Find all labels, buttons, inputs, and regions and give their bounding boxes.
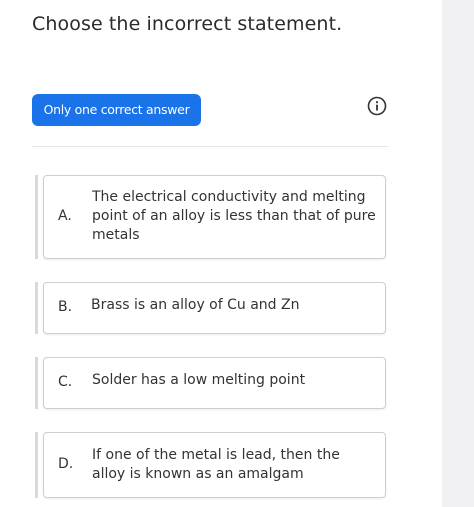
option-b-text: Brass is an alloy of Cu and Zn bbox=[91, 297, 300, 313]
option-c-indicator bbox=[35, 357, 38, 409]
option-d-text: If one of the metal is lead, then the al… bbox=[92, 447, 340, 482]
option-d-letter: D. bbox=[58, 456, 74, 472]
option-d-indicator bbox=[35, 432, 38, 498]
answer-type-badge: Only one correct answer bbox=[32, 94, 201, 126]
option-a[interactable]: A. The electrical conductivity and melti… bbox=[43, 175, 386, 259]
option-c-letter: C. bbox=[58, 374, 73, 390]
option-a-text: The electrical conductivity and melting … bbox=[92, 189, 376, 243]
divider bbox=[32, 146, 388, 147]
option-a-indicator bbox=[35, 175, 38, 259]
option-b[interactable]: B. Brass is an alloy of Cu and Zn bbox=[43, 282, 386, 334]
option-a-letter: A. bbox=[58, 208, 72, 224]
option-c[interactable]: C. Solder has a low melting point bbox=[43, 357, 386, 409]
question-title: Choose the incorrect statement. bbox=[32, 13, 343, 35]
right-side-panel bbox=[442, 0, 474, 507]
option-d[interactable]: D. If one of the metal is lead, then the… bbox=[43, 432, 386, 498]
option-b-indicator bbox=[35, 282, 38, 334]
option-b-letter: B. bbox=[58, 299, 73, 315]
info-circle-icon[interactable] bbox=[367, 96, 387, 116]
option-c-text: Solder has a low melting point bbox=[92, 372, 306, 388]
